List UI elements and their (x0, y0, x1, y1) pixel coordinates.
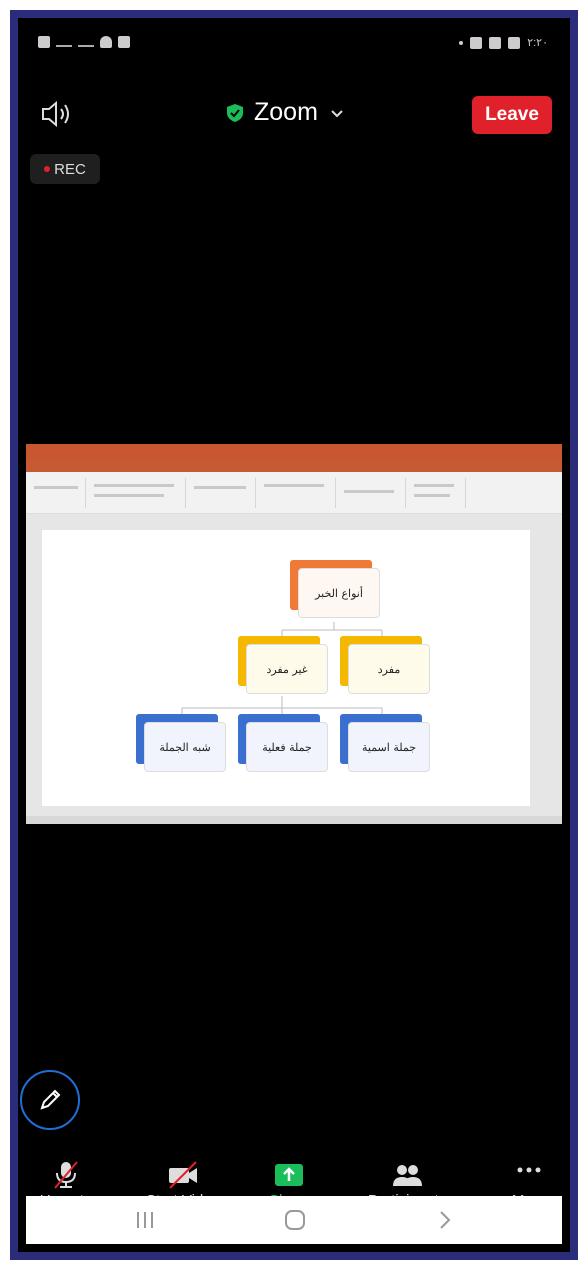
recent-apps-icon[interactable] (130, 1208, 160, 1232)
recording-label: REC (54, 160, 86, 178)
status-bar: ۲:۲۰ (26, 26, 562, 62)
home-icon[interactable] (280, 1208, 310, 1232)
ribbon-group (256, 478, 336, 508)
alarm-icon (470, 36, 483, 49)
android-nav-bar (26, 1196, 562, 1244)
microphone-muted-icon (54, 1161, 78, 1189)
pencil-icon (40, 1089, 61, 1110)
phone-frame: ۲:۲۰ Zoom Leave REC أنواع الخبر مفرد غير… (10, 10, 578, 1260)
diagram-node-root: أنواع الخبر (290, 560, 380, 618)
annotate-button[interactable] (20, 1070, 80, 1130)
signal-icon (78, 37, 94, 47)
diagram-node-level2: غير مفرد (238, 636, 328, 694)
image-icon (118, 36, 130, 48)
status-left-icons (38, 36, 130, 48)
speaker-icon[interactable] (40, 100, 74, 128)
record-dot-icon (44, 166, 51, 172)
powerpoint-statusbar (26, 816, 562, 824)
image-icon (508, 36, 521, 49)
slide: أنواع الخبر مفرد غير مفرد جملة اسمية جمل… (42, 530, 530, 806)
screenshot-icon (489, 36, 502, 49)
video-off-icon (169, 1161, 197, 1189)
meeting-title: Zoom (254, 98, 318, 126)
diagram-node-level3: جملة اسمية (340, 714, 430, 772)
shared-screen: أنواع الخبر مفرد غير مفرد جملة اسمية جمل… (26, 444, 562, 824)
powerpoint-canvas: أنواع الخبر مفرد غير مفرد جملة اسمية جمل… (26, 514, 562, 816)
zoom-meeting-screen: ۲:۲۰ Zoom Leave REC أنواع الخبر مفرد غير… (20, 26, 562, 1244)
powerpoint-tabs (26, 460, 562, 472)
back-icon[interactable] (430, 1208, 460, 1232)
chevron-down-icon (331, 109, 343, 117)
ribbon-group (336, 478, 406, 508)
more-dots-icon (517, 1167, 541, 1173)
clock: ۲:۲۰ (527, 37, 548, 49)
ribbon-group (86, 478, 186, 508)
share-screen-icon (275, 1164, 303, 1186)
ribbon-group (26, 478, 86, 508)
meeting-header: Zoom Leave (26, 86, 562, 138)
signal-icon (56, 37, 72, 47)
notification-icon (38, 36, 50, 48)
shield-check-icon (227, 103, 243, 122)
diagram-node-level3: جملة فعلية (238, 714, 328, 772)
status-right-icons: ۲:۲۰ (459, 36, 548, 49)
ribbon-group (406, 478, 466, 508)
meeting-title-dropdown[interactable]: Zoom (226, 98, 344, 127)
leave-button[interactable]: Leave (472, 96, 552, 134)
wifi-icon (100, 36, 112, 48)
diagram-node-level2: مفرد (340, 636, 430, 694)
ribbon-group (186, 478, 256, 508)
recording-badge: REC (30, 154, 100, 184)
powerpoint-titlebar (26, 444, 562, 460)
participants-icon (393, 1165, 422, 1186)
dot-icon (459, 40, 464, 45)
powerpoint-ribbon (26, 472, 562, 514)
diagram-node-level3: شبه الجملة (136, 714, 226, 772)
